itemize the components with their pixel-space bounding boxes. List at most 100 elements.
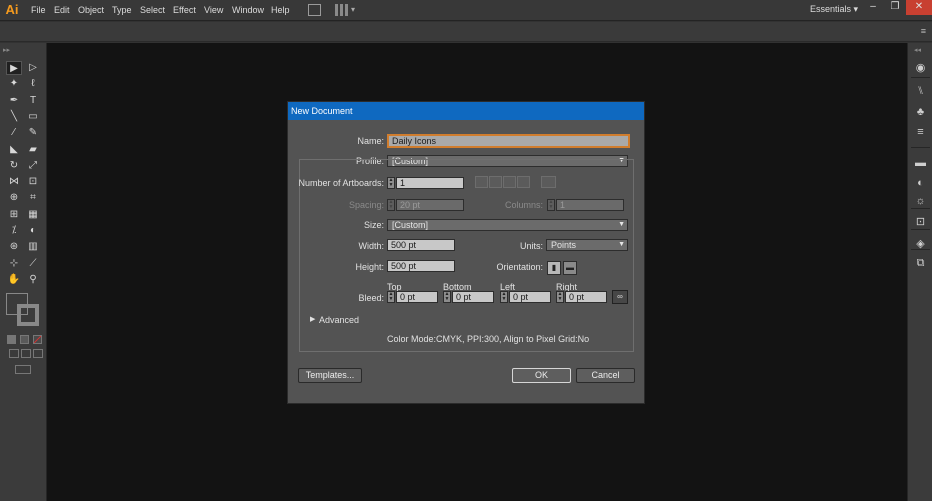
control-panel-menu-icon[interactable]: ≡ xyxy=(921,26,926,36)
chevron-down-icon[interactable]: ▾ xyxy=(351,5,355,14)
grid-by-column-icon[interactable] xyxy=(489,176,502,188)
bleed-bottom-stepper[interactable]: ▲ ▼ xyxy=(443,291,451,303)
free-transform-tool-icon[interactable]: ⊡ xyxy=(25,175,41,189)
artboards-icon[interactable]: ⧉ xyxy=(913,256,928,270)
direct-selection-tool-icon[interactable]: ▷ xyxy=(25,61,41,75)
bleed-right-input[interactable]: 0 pt xyxy=(565,291,607,303)
portrait-orientation-icon[interactable]: ▮ xyxy=(547,261,561,275)
menu-select[interactable]: Select xyxy=(140,4,165,16)
brushes-icon[interactable]: ⑊ xyxy=(913,84,928,98)
cancel-button[interactable]: Cancel xyxy=(576,368,635,383)
arrange-by-column-icon[interactable] xyxy=(517,176,530,188)
bleed-top-input[interactable]: 0 pt xyxy=(396,291,438,303)
width-input[interactable]: 500 pt xyxy=(387,239,455,251)
pen-tool-icon[interactable]: ✒ xyxy=(6,94,22,108)
draw-inside-icon[interactable] xyxy=(33,349,43,358)
blend-tool-icon[interactable]: ◐ xyxy=(25,224,41,238)
fill-stroke-swatches[interactable] xyxy=(6,293,40,327)
lasso-tool-icon[interactable]: ℓ xyxy=(25,77,41,91)
type-tool-icon[interactable]: T xyxy=(25,94,41,108)
hand-tool-icon[interactable]: ✋ xyxy=(6,273,22,287)
column-graph-tool-icon[interactable]: ▥ xyxy=(25,240,41,254)
eraser-tool-icon[interactable]: ▰ xyxy=(25,143,41,157)
columns-stepper[interactable]: ▲ ▼ xyxy=(547,199,555,211)
right-to-left-layout-icon[interactable] xyxy=(541,176,556,188)
link-bleed-icon[interactable]: ∞ xyxy=(612,290,628,304)
disclosure-triangle-icon[interactable]: ▶ xyxy=(310,314,315,326)
shape-builder-tool-icon[interactable]: ⊕ xyxy=(6,191,22,205)
artboards-input[interactable]: 1 xyxy=(396,177,464,189)
transparency-icon[interactable]: ◐ xyxy=(913,176,928,190)
line-tool-icon[interactable]: ╲ xyxy=(6,110,22,124)
size-select[interactable]: [Custom] ▼ xyxy=(387,219,628,231)
menu-file[interactable]: File xyxy=(31,4,46,16)
bleed-left-stepper[interactable]: ▲ ▼ xyxy=(500,291,508,303)
landscape-orientation-icon[interactable]: ▬ xyxy=(563,261,577,275)
panel-collapse-icon[interactable]: ◂◂ xyxy=(914,46,921,54)
units-select[interactable]: Points ▼ xyxy=(546,239,628,251)
menu-view[interactable]: View xyxy=(204,4,223,16)
ok-button[interactable]: OK xyxy=(512,368,571,383)
menu-help[interactable]: Help xyxy=(271,4,290,16)
bleed-left-input[interactable]: 0 pt xyxy=(509,291,551,303)
stroke-icon[interactable]: ≡ xyxy=(913,125,928,139)
blob-brush-tool-icon[interactable]: ◣ xyxy=(6,143,22,157)
document-name-input[interactable]: Daily Icons xyxy=(387,134,630,148)
menu-effect[interactable]: Effect xyxy=(173,4,196,16)
columns-input[interactable]: 1 xyxy=(556,199,624,211)
arrange-by-row-icon[interactable] xyxy=(503,176,516,188)
mesh-tool-icon[interactable]: ⊞ xyxy=(6,208,22,222)
selection-tool-icon[interactable]: ▶ xyxy=(6,61,22,75)
color-mode-icon[interactable] xyxy=(7,335,16,344)
bleed-top-stepper[interactable]: ▲ ▼ xyxy=(387,291,395,303)
menu-bar: Ai File Edit Object Type Select Effect V… xyxy=(0,0,932,21)
symbols-icon[interactable]: ♣ xyxy=(913,105,928,119)
paintbrush-tool-icon[interactable]: ⁄ xyxy=(6,126,22,140)
height-input[interactable]: 500 pt xyxy=(387,260,455,272)
gradient-mode-icon[interactable] xyxy=(20,335,29,344)
arrange-documents-icon[interactable] xyxy=(335,4,349,16)
draw-behind-icon[interactable] xyxy=(21,349,31,358)
artboards-stepper[interactable]: ▲ ▼ xyxy=(387,177,395,189)
size-label: Size: xyxy=(363,220,384,230)
none-mode-icon[interactable] xyxy=(33,335,42,344)
bridge-icon[interactable] xyxy=(308,4,321,16)
gradient-icon[interactable]: ▬ xyxy=(913,156,928,170)
eyedropper-tool-icon[interactable]: ⁒ xyxy=(6,224,22,238)
magic-wand-tool-icon[interactable]: ✦ xyxy=(6,77,22,91)
close-button[interactable]: ✕ xyxy=(906,0,932,15)
minimize-button[interactable]: – xyxy=(862,0,884,15)
perspective-grid-tool-icon[interactable]: ⌗ xyxy=(25,191,41,205)
spacing-stepper[interactable]: ▲ ▼ xyxy=(387,199,395,211)
restore-button[interactable]: ❐ xyxy=(884,0,906,15)
spacing-input[interactable]: 20 pt xyxy=(396,199,464,211)
menu-type[interactable]: Type xyxy=(112,4,132,16)
zoom-tool-icon[interactable]: ⚲ xyxy=(25,273,41,287)
workspace-switcher[interactable]: Essentials ▾ xyxy=(810,4,858,15)
rectangle-tool-icon[interactable]: ▭ xyxy=(25,110,41,124)
artboard-tool-icon[interactable]: ⊹ xyxy=(6,257,22,271)
gradient-tool-icon[interactable]: ▦ xyxy=(25,208,41,222)
scale-tool-icon[interactable]: ⤢ xyxy=(25,159,41,173)
width-tool-icon[interactable]: ⋈ xyxy=(6,175,22,189)
menu-object[interactable]: Object xyxy=(78,4,104,16)
grid-by-row-icon[interactable] xyxy=(475,176,488,188)
bleed-right-stepper[interactable]: ▲ ▼ xyxy=(556,291,564,303)
menu-edit[interactable]: Edit xyxy=(54,4,70,16)
templates-button[interactable]: Templates... xyxy=(298,368,362,383)
dialog-title: New Document xyxy=(288,102,644,120)
pencil-tool-icon[interactable]: ✎ xyxy=(25,126,41,140)
appearance-icon[interactable]: ☼ xyxy=(913,194,928,208)
draw-mode-icon[interactable] xyxy=(9,349,19,358)
color-guide-icon[interactable]: ◉ xyxy=(913,61,928,75)
menu-window[interactable]: Window xyxy=(232,4,264,16)
stroke-swatch[interactable] xyxy=(17,304,39,326)
rotate-tool-icon[interactable]: ↻ xyxy=(6,159,22,173)
advanced-toggle[interactable]: Advanced xyxy=(319,314,359,326)
screen-mode-icon[interactable] xyxy=(15,365,31,374)
spacing-label: Spacing: xyxy=(348,200,384,210)
symbol-sprayer-tool-icon[interactable]: ⊛ xyxy=(6,240,22,254)
graphic-styles-icon[interactable]: ⊡ xyxy=(913,215,928,229)
slice-tool-icon[interactable]: ⟋ xyxy=(25,257,41,271)
bleed-bottom-input[interactable]: 0 pt xyxy=(452,291,494,303)
